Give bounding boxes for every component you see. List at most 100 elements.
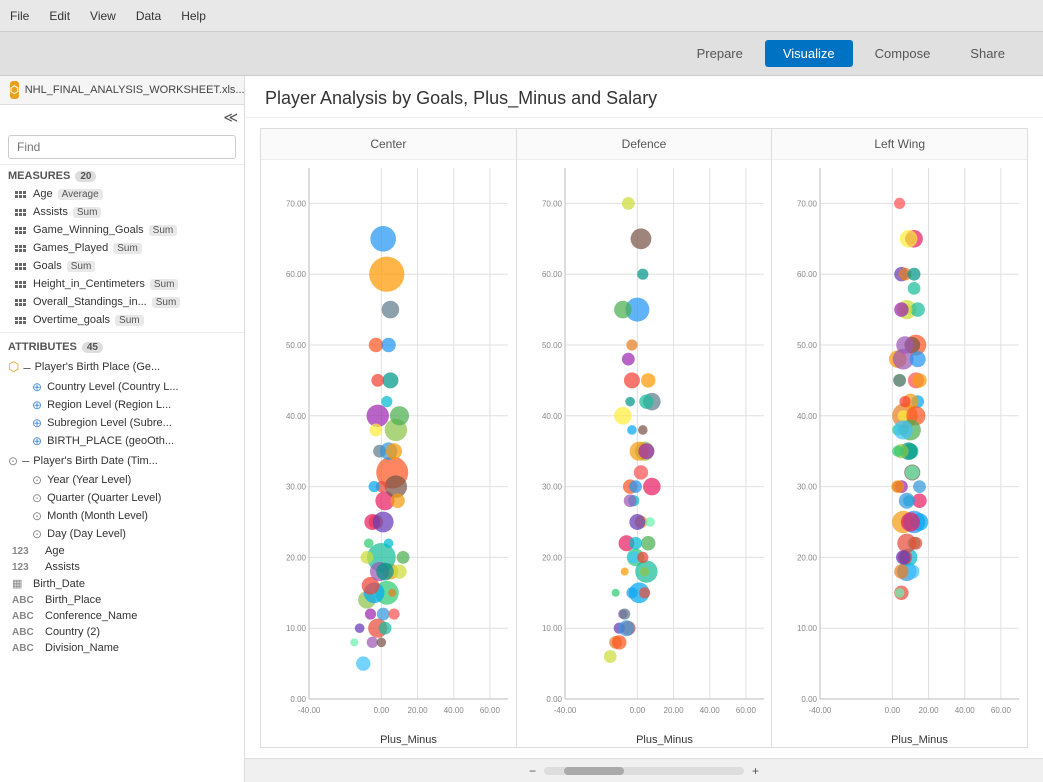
- search-area: [0, 130, 244, 165]
- svg-text:70.00: 70.00: [797, 199, 818, 208]
- measure-games-played[interactable]: Games_Played Sum: [0, 239, 244, 257]
- svg-text:20.00: 20.00: [542, 553, 563, 562]
- chart-inner-defence: 0.0010.0020.0030.0040.0050.0060.0070.00-…: [517, 160, 772, 747]
- measure-gp-badge: Sum: [113, 243, 142, 254]
- attr-birth-place-geo[interactable]: ⬡ – Player's Birth Place (Ge...: [0, 356, 244, 378]
- minus-icon-time[interactable]: –: [22, 453, 29, 468]
- attr-birth-place[interactable]: ABC Birth_Place: [0, 592, 244, 608]
- file-icon: ⬡: [10, 81, 19, 99]
- svg-text:60.00: 60.00: [480, 706, 501, 715]
- svg-text:60.00: 60.00: [991, 706, 1012, 715]
- measure-age[interactable]: Age Average: [0, 185, 244, 203]
- measure-age-badge: Average: [58, 189, 103, 200]
- measure-assists[interactable]: Assists Sum: [0, 203, 244, 221]
- measure-overtime[interactable]: Overtime_goals Sum: [0, 311, 244, 329]
- measure-goals-label: Goals: [33, 260, 62, 272]
- measure-game-winning-goals[interactable]: Game_Winning_Goals Sum: [0, 221, 244, 239]
- svg-text:60.00: 60.00: [736, 706, 757, 715]
- menu-view[interactable]: View: [90, 9, 116, 23]
- measures-count: 20: [75, 171, 96, 182]
- measure-gwg-badge: Sum: [149, 225, 178, 236]
- measure-icon: [12, 224, 28, 236]
- svg-text:50.00: 50.00: [542, 341, 563, 350]
- chart-title-bar: Player Analysis by Goals, Plus_Minus and…: [245, 76, 1043, 118]
- type-icon: ABC: [12, 611, 40, 622]
- menu-edit[interactable]: Edit: [49, 9, 70, 23]
- visualize-button[interactable]: Visualize: [765, 40, 853, 67]
- collapse-sidebar-button[interactable]: ≪: [223, 109, 238, 126]
- svg-text:Plus_Minus: Plus_Minus: [636, 734, 693, 746]
- attr-region-level[interactable]: ⊕ Region Level (Region L...: [0, 396, 244, 414]
- svg-text:Plus_Minus: Plus_Minus: [380, 734, 437, 746]
- svg-text:40.00: 40.00: [955, 706, 976, 715]
- panel-title-defence: Defence: [517, 129, 772, 160]
- clock-icon: ⊙: [32, 509, 42, 523]
- attr-conference-name[interactable]: ABC Conference_Name: [0, 608, 244, 624]
- measure-overall[interactable]: Overall_Standings_in... Sum: [0, 293, 244, 311]
- content-area: Player Analysis by Goals, Plus_Minus and…: [245, 76, 1043, 782]
- prepare-button[interactable]: Prepare: [679, 40, 761, 67]
- search-input[interactable]: [8, 135, 236, 159]
- attr-day-level[interactable]: ⊙ Day (Day Level): [0, 525, 244, 543]
- scroll-track[interactable]: [544, 767, 744, 775]
- svg-text:70.00: 70.00: [542, 199, 563, 208]
- attr-birth-date-time[interactable]: ⊙ – Player's Birth Date (Tim...: [0, 450, 244, 471]
- svg-text:30.00: 30.00: [286, 483, 307, 492]
- attr-assists[interactable]: 123 Assists: [0, 559, 244, 575]
- measure-height-label: Height_in_Centimeters: [33, 278, 145, 290]
- menu-file[interactable]: File: [10, 9, 29, 23]
- measure-assists-badge: Sum: [73, 207, 102, 218]
- clock-icon: ⊙: [32, 491, 42, 505]
- attr-country-level-label: Country Level (Country L...: [47, 381, 178, 393]
- measure-height-badge: Sum: [150, 279, 179, 290]
- compose-button[interactable]: Compose: [857, 40, 949, 67]
- attr-birth-place-geo-other[interactable]: ⊕ BIRTH_PLACE (geoOth...: [0, 432, 244, 450]
- menu-help[interactable]: Help: [181, 9, 206, 23]
- attr-birth-date[interactable]: ▦ Birth_Date: [0, 575, 244, 592]
- svg-text:0.00: 0.00: [885, 706, 901, 715]
- attr-division-name[interactable]: ABC Division_Name: [0, 640, 244, 656]
- panel-title-left-wing: Left Wing: [772, 129, 1027, 160]
- attr-age-label: Age: [45, 545, 65, 557]
- attr-year-level[interactable]: ⊙ Year (Year Level): [0, 471, 244, 489]
- chart-area: Center 0.0010.0020.0030.0040.0050.0060.0…: [245, 118, 1043, 758]
- attr-birth-date-label: Player's Birth Date (Tim...: [33, 455, 158, 467]
- measures-label: MEASURES: [8, 170, 70, 182]
- attr-month-level[interactable]: ⊙ Month (Month Level): [0, 507, 244, 525]
- minus-icon[interactable]: –: [23, 360, 30, 375]
- attr-age[interactable]: 123 Age: [0, 543, 244, 559]
- share-button[interactable]: Share: [952, 40, 1023, 67]
- measure-goals[interactable]: Goals Sum: [0, 257, 244, 275]
- measure-height[interactable]: Height_in_Centimeters Sum: [0, 275, 244, 293]
- measure-gwg-label: Game_Winning_Goals: [33, 224, 144, 236]
- attr-quarter-level[interactable]: ⊙ Quarter (Quarter Level): [0, 489, 244, 507]
- measure-overall-badge: Sum: [152, 297, 181, 308]
- svg-text:10.00: 10.00: [542, 624, 563, 633]
- menu-data[interactable]: Data: [136, 9, 161, 23]
- calendar-icon: ▦: [12, 577, 28, 590]
- attr-day-label: Day (Day Level): [47, 528, 126, 540]
- attr-country-2[interactable]: ABC Country (2): [0, 624, 244, 640]
- charts-container: Center 0.0010.0020.0030.0040.0050.0060.0…: [260, 128, 1028, 748]
- scroll-thumb[interactable]: [564, 767, 624, 775]
- chart-panel-left-wing: Left Wing 0.0010.0020.0030.0040.0050.006…: [772, 129, 1027, 747]
- svg-text:50.00: 50.00: [797, 341, 818, 350]
- svg-text:20.00: 20.00: [408, 706, 429, 715]
- attr-quarter-label: Quarter (Quarter Level): [47, 492, 161, 504]
- globe-icon: ⊕: [32, 434, 42, 448]
- svg-text:20.00: 20.00: [286, 553, 307, 562]
- divider: [0, 332, 244, 333]
- svg-text:20.00: 20.00: [919, 706, 940, 715]
- svg-text:60.00: 60.00: [542, 270, 563, 279]
- attr-birth-place-simple-label: Birth_Place: [45, 594, 101, 606]
- nav-bar: Prepare Visualize Compose Share: [0, 32, 1043, 76]
- zoom-out-button[interactable]: −: [529, 764, 536, 778]
- type-icon: ABC: [12, 643, 40, 654]
- attr-conference-label: Conference_Name: [45, 610, 137, 622]
- svg-text:20.00: 20.00: [797, 553, 818, 562]
- svg-text:10.00: 10.00: [797, 624, 818, 633]
- expand-button[interactable]: +: [752, 764, 759, 778]
- attr-subregion-level[interactable]: ⊕ Subregion Level (Subre...: [0, 414, 244, 432]
- svg-text:40.00: 40.00: [797, 412, 818, 421]
- attr-country-level[interactable]: ⊕ Country Level (Country L...: [0, 378, 244, 396]
